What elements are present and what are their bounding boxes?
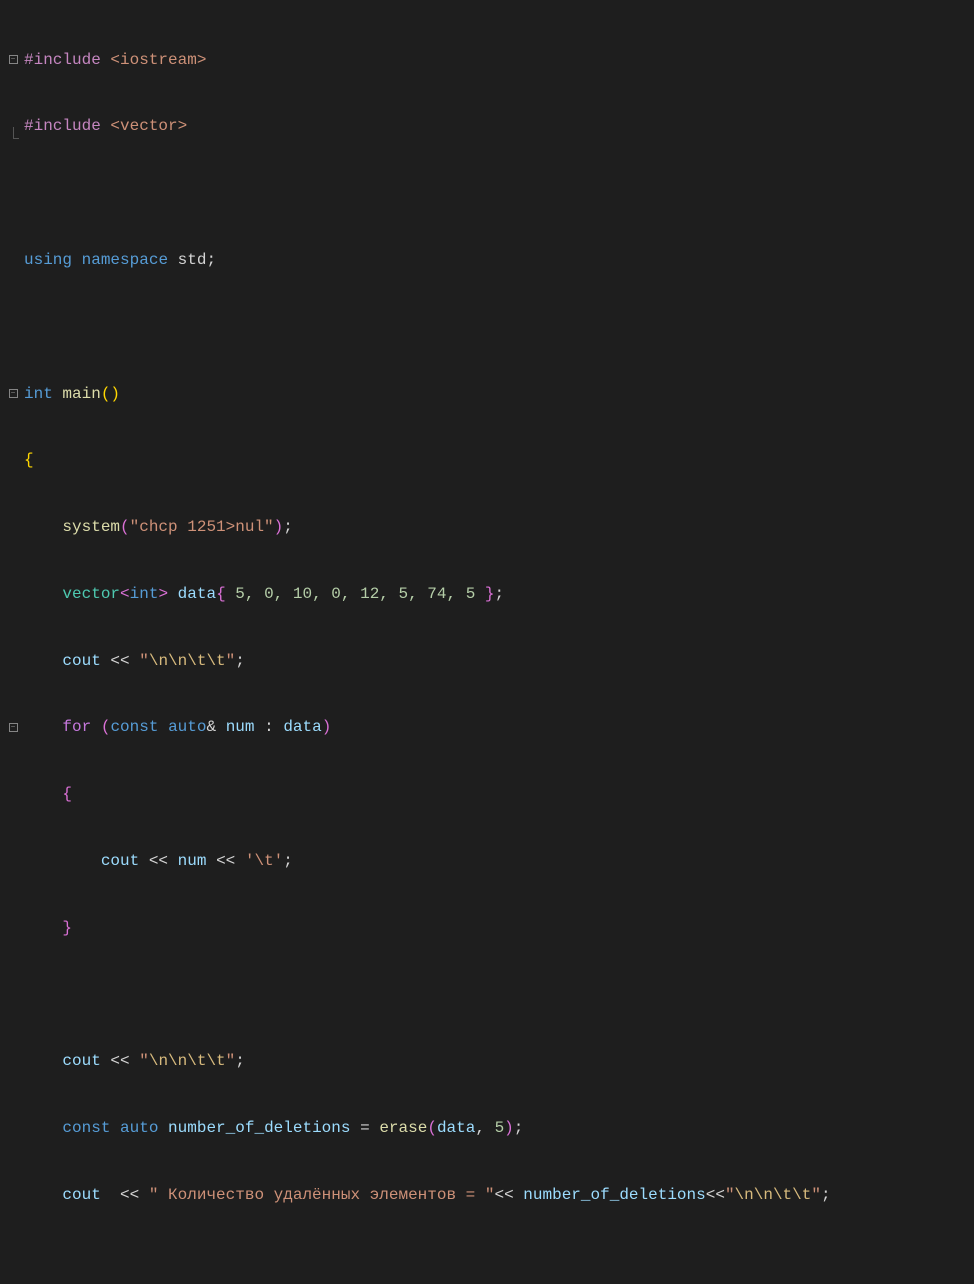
code-line[interactable]: − #include <iostream> bbox=[4, 49, 974, 71]
preprocessor: #include bbox=[24, 117, 101, 135]
preprocessor: #include bbox=[24, 51, 101, 69]
code-line[interactable]: { bbox=[4, 449, 974, 471]
string-literal: " Количество удалённых элементов = " bbox=[149, 1186, 495, 1204]
code-line[interactable]: #include <vector> bbox=[4, 116, 974, 138]
identifier: cout bbox=[62, 652, 100, 670]
code-line[interactable]: system("chcp 1251>nul"); bbox=[4, 516, 974, 538]
function-call: erase bbox=[379, 1119, 427, 1137]
identifier: cout bbox=[62, 1186, 100, 1204]
function-call: system bbox=[62, 518, 120, 536]
keyword: for bbox=[62, 718, 91, 736]
keyword: using bbox=[24, 251, 72, 269]
brace: { bbox=[24, 451, 34, 469]
identifier: cout bbox=[101, 852, 139, 870]
code-line[interactable] bbox=[4, 316, 974, 338]
code-line[interactable] bbox=[4, 1251, 974, 1273]
code-line[interactable]: cout << "\n\n\t\t"; bbox=[4, 650, 974, 672]
code-line[interactable]: cout << " Количество удалённых элементов… bbox=[4, 1184, 974, 1206]
code-line[interactable]: − for (const auto& num : data) bbox=[4, 717, 974, 739]
identifier: cout bbox=[62, 1052, 100, 1070]
code-line[interactable]: vector<int> data{ 5, 0, 10, 0, 12, 5, 74… bbox=[4, 583, 974, 605]
function-name: main bbox=[62, 385, 100, 403]
include-header: <iostream> bbox=[110, 51, 206, 69]
fold-collapse-icon[interactable]: − bbox=[9, 723, 18, 732]
code-line[interactable] bbox=[4, 182, 974, 204]
variable: data bbox=[283, 718, 321, 736]
identifier: std bbox=[178, 251, 207, 269]
code-line[interactable]: } bbox=[4, 917, 974, 939]
code-line[interactable]: cout << num << '\t'; bbox=[4, 850, 974, 872]
code-line[interactable]: − int main() bbox=[4, 383, 974, 405]
variable: number_of_deletions bbox=[523, 1186, 705, 1204]
fold-collapse-icon[interactable]: − bbox=[9, 389, 18, 398]
variable: number_of_deletions bbox=[168, 1119, 350, 1137]
string-literal: "chcp 1251>nul" bbox=[130, 518, 274, 536]
include-header: <vector> bbox=[110, 117, 187, 135]
variable: num bbox=[226, 718, 255, 736]
brace: { bbox=[62, 785, 72, 803]
code-line[interactable]: { bbox=[4, 783, 974, 805]
code-line[interactable]: using namespace std; bbox=[4, 249, 974, 271]
code-line[interactable]: const auto number_of_deletions = erase(d… bbox=[4, 1117, 974, 1139]
number-list: 5, 0, 10, 0, 12, 5, 74, 5 bbox=[226, 585, 485, 603]
code-editor[interactable]: − #include <iostream> #include <vector> … bbox=[0, 0, 974, 1284]
char-literal: '\t' bbox=[245, 852, 283, 870]
code-line[interactable] bbox=[4, 984, 974, 1006]
escape-sequence: \n\n\t\t bbox=[149, 652, 226, 670]
fold-gutter[interactable]: − bbox=[4, 389, 22, 398]
variable: num bbox=[178, 852, 207, 870]
type: vector bbox=[62, 585, 120, 603]
fold-gutter[interactable]: − bbox=[4, 55, 22, 64]
keyword: namespace bbox=[82, 251, 168, 269]
code-line[interactable]: cout << "\n\n\t\t"; bbox=[4, 1051, 974, 1073]
brace: } bbox=[62, 919, 72, 937]
type: int bbox=[24, 385, 53, 403]
escape-sequence: \n\n\t\t bbox=[149, 1052, 226, 1070]
escape-sequence: \n\n\t\t bbox=[735, 1186, 812, 1204]
fold-collapse-icon[interactable]: − bbox=[9, 55, 18, 64]
variable: data bbox=[178, 585, 216, 603]
fold-gutter[interactable]: − bbox=[4, 723, 22, 732]
